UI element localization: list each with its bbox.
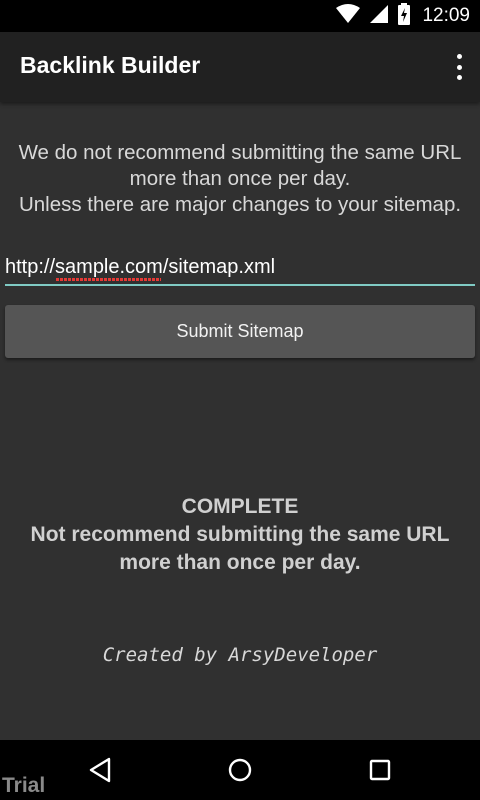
wifi-icon <box>336 4 361 28</box>
recents-icon[interactable] <box>365 755 395 785</box>
battery-charging-icon <box>398 3 411 29</box>
home-icon[interactable] <box>225 755 255 785</box>
result-line-1: Not recommend submitting the same URL <box>30 523 450 546</box>
cell-signal-icon <box>370 4 389 28</box>
sitemap-url-value[interactable]: http://sample.com/sitemap.xml <box>5 256 275 279</box>
result-line-2: more than once per day. <box>119 551 361 574</box>
result-status: COMPLETE <box>181 495 299 518</box>
app-title: Backlink Builder <box>20 52 201 78</box>
result-message: COMPLETE Not recommend submitting the sa… <box>0 493 480 577</box>
status-time: 12:09 <box>422 5 470 26</box>
notice-text: We do not recommend submitting the same … <box>0 140 480 218</box>
navigation-bar <box>0 740 480 800</box>
developer-credit: Created by ArsyDeveloper <box>102 644 378 666</box>
trial-watermark: Trial <box>2 774 46 797</box>
notice-line-3: Unless there are major changes to your s… <box>18 193 462 216</box>
status-bar: 12:09 <box>0 0 480 32</box>
overflow-menu-icon[interactable] <box>454 54 464 80</box>
sitemap-url-input[interactable]: http://sample.com/sitemap.xml <box>5 252 475 286</box>
status-icons: 12:09 <box>336 0 470 32</box>
submit-sitemap-button[interactable]: Submit Sitemap <box>5 305 475 358</box>
notice-line-1: We do not recommend submitting the same … <box>18 141 462 164</box>
spellcheck-underline <box>56 278 161 281</box>
app-bar: Backlink Builder <box>0 32 480 102</box>
back-icon[interactable] <box>85 755 115 785</box>
notice-line-2: more than once per day. <box>129 167 351 190</box>
